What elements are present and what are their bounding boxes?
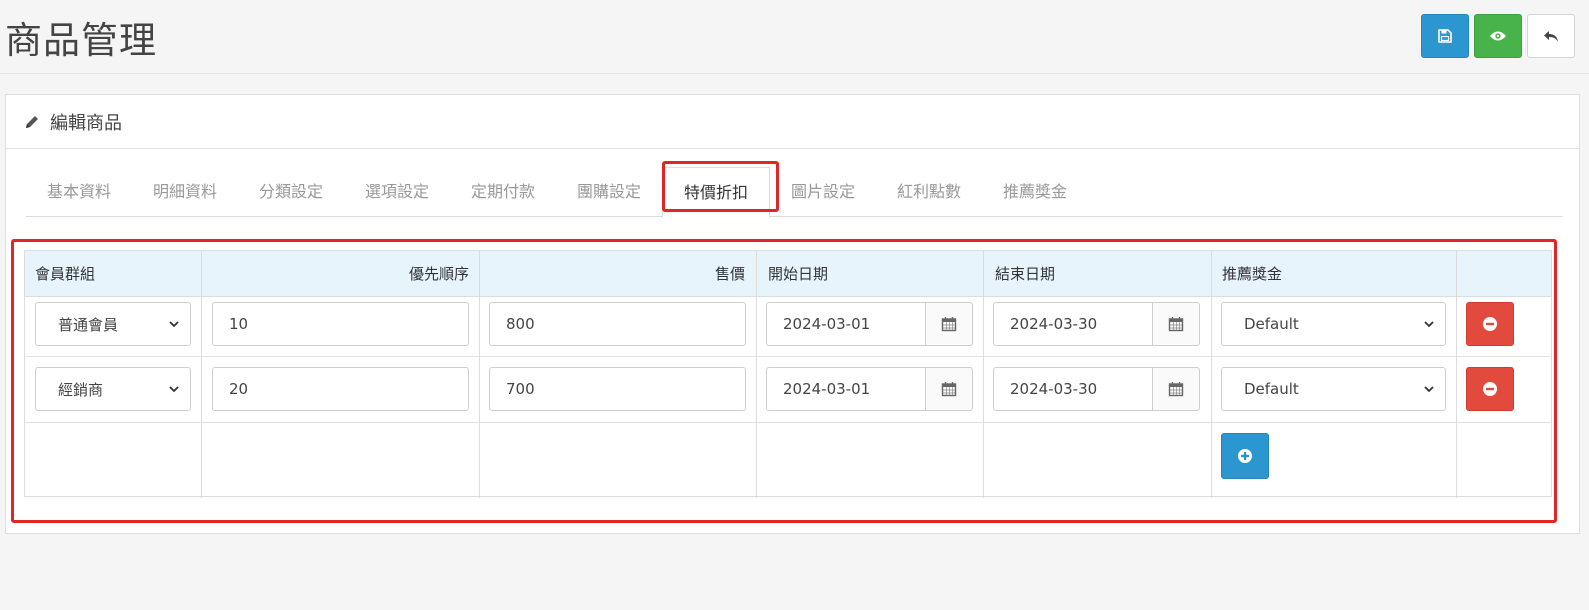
- member-group-select[interactable]: 經銷商: [35, 367, 191, 411]
- referral-bonus-value: Default: [1244, 315, 1299, 333]
- start-date-field[interactable]: 2024-03-01: [766, 367, 973, 411]
- priority-value: 20: [229, 380, 249, 398]
- column-divider: [201, 251, 202, 498]
- priority-input[interactable]: 10: [212, 302, 469, 346]
- end-date-field[interactable]: 2024-03-30: [993, 367, 1200, 411]
- column-divider: [756, 251, 757, 498]
- calendar-icon: [1168, 317, 1184, 332]
- member-group-value: 經銷商: [58, 380, 104, 399]
- calendar-icon: [941, 317, 957, 332]
- header-start-date: 開始日期: [768, 265, 829, 283]
- member-group-select[interactable]: 普通會員: [35, 302, 191, 346]
- tab-bar: 基本資料 明細資料 分類設定 選項設定 定期付款 團購設定 特價折扣 圖片設定 …: [26, 167, 1563, 218]
- price-value: 800: [506, 315, 535, 333]
- chevron-down-icon: [169, 321, 179, 328]
- back-icon: [1544, 31, 1558, 42]
- calendar-button[interactable]: [925, 367, 973, 411]
- priority-input[interactable]: 20: [212, 367, 469, 411]
- add-row-button[interactable]: [1221, 433, 1269, 479]
- header-referral-bonus: 推薦獎金: [1222, 265, 1283, 283]
- chevron-down-icon: [1424, 321, 1434, 328]
- tab-group-buy-settings[interactable]: 團購設定: [556, 167, 662, 217]
- calendar-button[interactable]: [1152, 367, 1200, 411]
- tab-detail-info[interactable]: 明細資料: [132, 167, 238, 217]
- minus-circle-icon: [1483, 317, 1497, 331]
- preview-button[interactable]: [1474, 14, 1522, 58]
- column-divider: [1456, 251, 1457, 498]
- header-end-date: 結束日期: [995, 265, 1056, 283]
- panel-heading: 編輯商品: [6, 95, 1579, 149]
- chevron-down-icon: [169, 386, 179, 393]
- save-icon: [1438, 29, 1452, 43]
- tab-image-settings[interactable]: 圖片設定: [770, 167, 876, 217]
- start-date-field[interactable]: 2024-03-01: [766, 302, 973, 346]
- tab-special-discount[interactable]: 特價折扣: [662, 167, 770, 218]
- column-divider: [479, 251, 480, 498]
- start-date-input[interactable]: 2024-03-01: [766, 302, 925, 346]
- price-value: 700: [506, 380, 535, 398]
- header-member-group: 會員群組: [35, 265, 96, 283]
- referral-bonus-select[interactable]: Default: [1221, 302, 1446, 346]
- panel-title: 編輯商品: [50, 112, 122, 134]
- pencil-icon: [26, 115, 38, 128]
- start-date-input[interactable]: 2024-03-01: [766, 367, 925, 411]
- end-date-input[interactable]: 2024-03-30: [993, 302, 1152, 346]
- calendar-button[interactable]: [1152, 302, 1200, 346]
- save-button[interactable]: [1421, 14, 1469, 58]
- back-button[interactable]: [1527, 14, 1575, 58]
- member-group-value: 普通會員: [58, 315, 119, 334]
- header-priority: 優先順序: [408, 265, 469, 283]
- remove-row-button[interactable]: [1466, 367, 1514, 411]
- tab-referral-bonus[interactable]: 推薦獎金: [982, 167, 1088, 217]
- row-divider: [25, 356, 1551, 357]
- eye-icon: [1490, 31, 1506, 41]
- priority-value: 10: [229, 315, 249, 333]
- tab-basic-info[interactable]: 基本資料: [26, 167, 132, 217]
- end-date-input[interactable]: 2024-03-30: [993, 367, 1152, 411]
- column-divider: [1211, 251, 1212, 498]
- referral-bonus-select[interactable]: Default: [1221, 367, 1446, 411]
- referral-bonus-value: Default: [1244, 380, 1299, 398]
- tab-recurring-payment[interactable]: 定期付款: [450, 167, 556, 217]
- calendar-icon: [941, 382, 957, 397]
- special-price-table: 會員群組 優先順序 售價 開始日期 結束日期 推薦獎金 普通會員 10 800 …: [24, 250, 1552, 498]
- chevron-down-icon: [1424, 386, 1434, 393]
- price-input[interactable]: 700: [489, 367, 746, 411]
- header-price: 售價: [714, 265, 745, 283]
- row-divider: [25, 422, 1551, 423]
- calendar-icon: [1168, 382, 1184, 397]
- column-divider: [983, 251, 984, 498]
- tab-bonus-points[interactable]: 紅利點數: [876, 167, 982, 217]
- end-date-field[interactable]: 2024-03-30: [993, 302, 1200, 346]
- page-title: 商品管理: [5, 19, 157, 62]
- table-header: 會員群組 優先順序 售價 開始日期 結束日期 推薦獎金: [25, 251, 1551, 297]
- page-header: 商品管理: [0, 0, 1589, 74]
- tab-option-settings[interactable]: 選項設定: [344, 167, 450, 217]
- plus-circle-icon: [1238, 449, 1252, 463]
- tab-category-settings[interactable]: 分類設定: [238, 167, 344, 217]
- price-input[interactable]: 800: [489, 302, 746, 346]
- minus-circle-icon: [1483, 382, 1497, 396]
- remove-row-button[interactable]: [1466, 302, 1514, 346]
- calendar-button[interactable]: [925, 302, 973, 346]
